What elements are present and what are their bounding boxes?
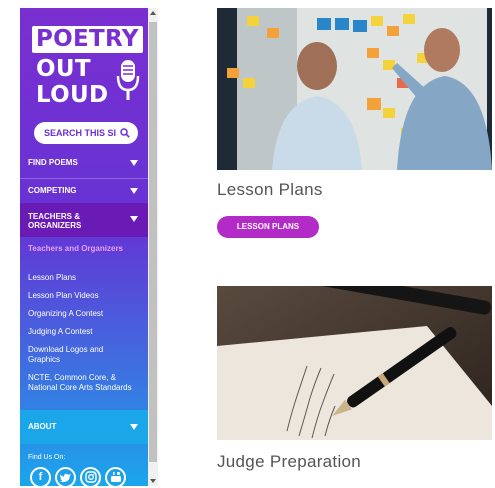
chevron-down-icon [130,160,138,166]
search-button[interactable]: SEARCH THIS SI [34,122,138,144]
menu-item-about[interactable]: ABOUT [20,410,148,444]
logo-word-out: OUT [36,56,91,82]
chevron-down-icon [130,188,138,194]
card-title-judge-preparation[interactable]: Judge Preparation [217,452,361,472]
submenu-teachers-and-organizers[interactable]: Teachers and Organizers [28,244,143,254]
logo-word-loud: LOUD [36,82,109,108]
twitter-icon[interactable] [55,467,76,486]
submenu-organizing-a-contest[interactable]: Organizing A Contest [28,309,143,319]
find-us-label: Find Us On: [28,454,66,461]
poetry-out-loud-logo[interactable]: POETRY OUT LOUD [30,16,143,112]
chevron-down-icon [130,424,138,430]
scroll-down-arrow-icon[interactable] [150,479,156,483]
submenu-judging-a-contest[interactable]: Judging A Contest [28,327,143,337]
menu-label-find-poems: FIND POEMS [28,158,78,167]
submenu-lesson-plans[interactable]: Lesson Plans [28,273,143,283]
submenu-download-logos[interactable]: Download Logos and Graphics [28,345,128,365]
facebook-icon[interactable]: f [30,467,51,486]
menu-item-find-poems[interactable]: FIND POEMS [20,148,148,178]
judge-preparation-photo[interactable] [217,286,492,440]
submenu-standards[interactable]: NCTE, Common Core, & National Core Arts … [28,373,140,393]
menu-item-competing[interactable]: COMPETING [20,179,148,203]
lesson-plans-photo[interactable] [217,8,492,170]
instagram-icon[interactable] [80,467,101,486]
menu-label-about: ABOUT [28,422,57,431]
menu-label-competing: COMPETING [28,186,77,195]
chevron-down-icon [130,216,138,222]
sidebar-scrollbar[interactable] [148,8,158,486]
search-icon [120,128,130,138]
card-title-lesson-plans[interactable]: Lesson Plans [217,180,323,200]
scrollbar-thumb[interactable] [149,22,157,462]
microphone-icon [116,60,140,100]
menu-item-teachers-organizers[interactable]: TEACHERS & ORGANIZERS [20,203,148,237]
submenu-lesson-plan-videos[interactable]: Lesson Plan Videos [28,291,143,301]
search-button-label: SEARCH THIS SI [44,128,117,138]
sidebar-nav: POETRY OUT LOUD SEARCH THIS SI FIND POEM… [20,8,148,486]
youtube-icon[interactable] [105,467,126,486]
scroll-up-arrow-icon[interactable] [150,11,156,15]
lesson-plans-button[interactable]: LESSON PLANS [217,216,319,238]
logo-word-poetry: POETRY [32,26,143,53]
menu-label-teachers-organizers: TEACHERS & ORGANIZERS [28,212,82,230]
